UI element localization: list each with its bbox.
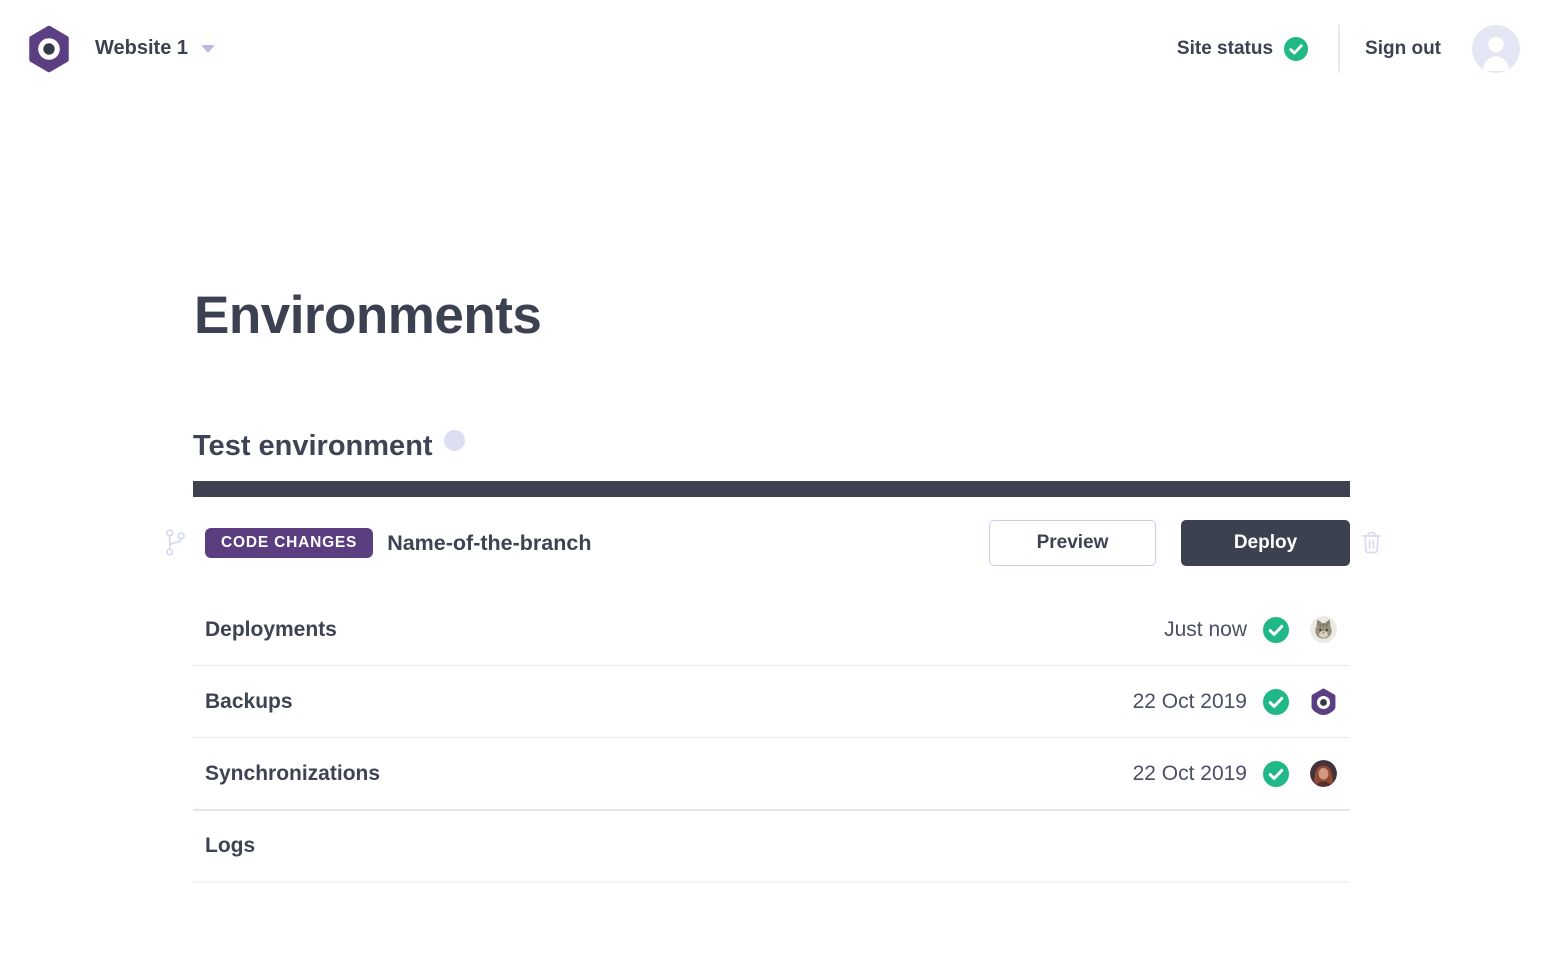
row-label: Deployments: [193, 618, 337, 642]
environment-progress-bar: [193, 481, 1350, 497]
page-title: Environments: [194, 287, 541, 345]
success-check-icon: [1247, 689, 1289, 715]
environment-status-dot: [444, 430, 465, 451]
branch-actions: Preview Deploy: [989, 520, 1350, 566]
site-name[interactable]: Website 1: [95, 37, 188, 60]
site-logo-icon: [1310, 688, 1337, 715]
branch-row: CODE CHANGES Name-of-the-branch Preview …: [193, 519, 1350, 567]
branch-name: Name-of-the-branch: [387, 531, 591, 556]
row-meta: 22 Oct 2019: [1133, 688, 1350, 715]
row-timestamp: Just now: [1164, 618, 1247, 642]
brand-hexagon-logo-icon[interactable]: [27, 25, 71, 73]
environment-activity-list: Deployments Just now: [193, 594, 1350, 883]
trash-icon: [1360, 530, 1383, 555]
environment-section-header: Test environment: [193, 428, 465, 464]
environment-name: Test environment: [193, 428, 433, 464]
code-changes-badge: CODE CHANGES: [205, 528, 373, 558]
sign-out-link[interactable]: Sign out: [1365, 38, 1441, 60]
list-item-deployments[interactable]: Deployments Just now: [193, 594, 1350, 666]
row-timestamp: 22 Oct 2019: [1133, 762, 1247, 786]
site-switcher[interactable]: Website 1: [27, 25, 215, 73]
person-avatar: [1310, 760, 1337, 787]
list-item-logs[interactable]: Logs: [193, 811, 1350, 883]
row-meta: 22 Oct 2019: [1133, 760, 1350, 787]
delete-environment-button[interactable]: [1360, 530, 1383, 555]
row-label: Synchronizations: [193, 762, 380, 786]
row-label: Backups: [193, 690, 293, 714]
cat-avatar: [1310, 616, 1337, 643]
list-item-synchronizations[interactable]: Synchronizations 22 Oct 2019: [193, 738, 1350, 811]
deploy-button[interactable]: Deploy: [1181, 520, 1350, 566]
row-meta: Just now: [1164, 616, 1350, 643]
row-timestamp: 22 Oct 2019: [1133, 690, 1247, 714]
preview-button[interactable]: Preview: [989, 520, 1156, 566]
main-content: Environments Test environment CODE CHANG…: [193, 0, 1350, 965]
git-branch-icon: [165, 528, 186, 562]
user-avatar[interactable]: [1472, 25, 1520, 73]
success-check-icon: [1247, 761, 1289, 787]
success-check-icon: [1247, 617, 1289, 643]
row-label: Logs: [193, 834, 255, 858]
list-item-backups[interactable]: Backups 22 Oct 2019: [193, 666, 1350, 738]
